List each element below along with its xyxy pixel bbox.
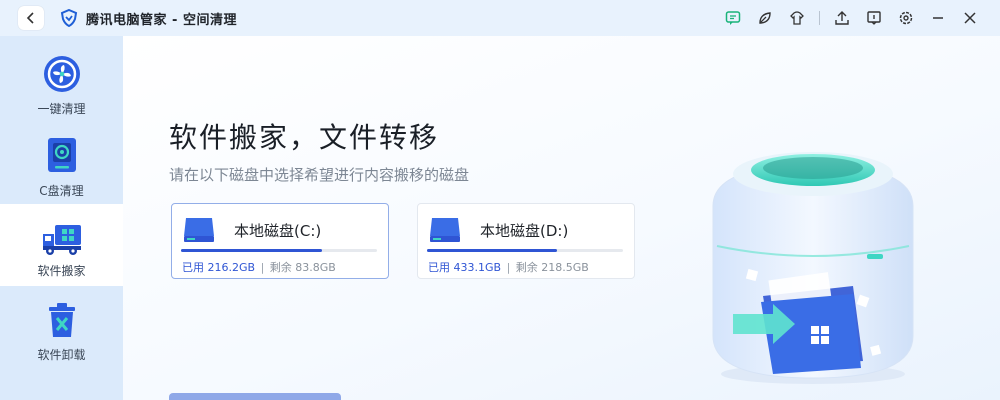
disk-usage-text: 已用 216.2GB | 剩余 83.8GB bbox=[182, 259, 336, 275]
back-button[interactable] bbox=[18, 6, 44, 30]
title-bar: 腾讯电脑管家 - 空间清理 bbox=[0, 0, 1000, 36]
feedback-button[interactable] bbox=[717, 0, 749, 36]
truck-icon bbox=[42, 225, 81, 255]
sidebar-item-label: 软件搬家 bbox=[37, 264, 86, 278]
disk-usage-bar bbox=[181, 249, 377, 252]
sidebar-item-c-drive-clean[interactable]: C盘清理 bbox=[0, 130, 123, 206]
close-icon bbox=[964, 12, 976, 24]
shield-logo-icon bbox=[60, 9, 78, 27]
disk-name: 本地磁盘(D:) bbox=[480, 222, 569, 240]
title-separator bbox=[819, 11, 820, 25]
sidebar-item-software-uninstall[interactable]: 软件卸载 bbox=[0, 288, 123, 370]
sidebar-item-software-move[interactable]: 软件搬家 bbox=[0, 204, 123, 286]
sidebar: 一键清理 C盘清理 软件搬家 软件卸载 bbox=[0, 36, 123, 400]
hard-drive-icon bbox=[430, 218, 460, 242]
skin-icon bbox=[759, 12, 771, 24]
feedback-icon bbox=[725, 11, 741, 25]
page-title: 软件搬家，文件转移 bbox=[169, 121, 440, 154]
settings-icon bbox=[899, 11, 913, 25]
main-content: 软件搬家，文件转移 请在以下磁盘中选择希望进行内容搬移的磁盘 本地磁盘(C:) … bbox=[123, 36, 1000, 400]
disk-usage-fill bbox=[181, 249, 323, 252]
sidebar-item-label: 软件卸载 bbox=[37, 348, 86, 362]
upload-button[interactable] bbox=[826, 0, 858, 36]
disk-usage-bar bbox=[427, 249, 623, 252]
window-title: 腾讯电脑管家 - 空间清理 bbox=[86, 12, 237, 28]
disk-usage-fill bbox=[427, 249, 558, 252]
disk-name: 本地磁盘(C:) bbox=[234, 222, 322, 240]
settings-button[interactable] bbox=[890, 0, 922, 36]
close-button[interactable] bbox=[954, 0, 986, 36]
sidebar-item-label: 一键清理 bbox=[37, 102, 86, 116]
message-icon bbox=[867, 11, 881, 25]
transfer-container-illustration bbox=[712, 152, 914, 384]
separator: | bbox=[260, 261, 265, 274]
page-subtitle: 请在以下磁盘中选择希望进行内容搬移的磁盘 bbox=[169, 166, 470, 184]
free-label: 剩余 218.5GB bbox=[515, 261, 589, 274]
used-label: 已用 216.2GB bbox=[182, 261, 256, 274]
used-label: 已用 433.1GB bbox=[428, 261, 502, 274]
message-button[interactable] bbox=[858, 0, 890, 36]
free-label: 剩余 83.8GB bbox=[269, 261, 336, 274]
title-actions bbox=[717, 0, 986, 36]
fan-clean-icon bbox=[43, 56, 80, 92]
minimize-button[interactable] bbox=[922, 0, 954, 36]
minimize-icon bbox=[933, 17, 943, 19]
sidebar-item-one-click-clean[interactable]: 一键清理 bbox=[0, 36, 123, 118]
c-drive-icon bbox=[47, 138, 76, 172]
disk-usage-text: 已用 433.1GB | 剩余 218.5GB bbox=[428, 259, 589, 275]
hard-drive-icon bbox=[184, 218, 214, 242]
disk-card-d[interactable]: 本地磁盘(D:) 已用 433.1GB | 剩余 218.5GB bbox=[417, 203, 635, 279]
clothes-button[interactable] bbox=[781, 0, 813, 36]
sidebar-item-label: C盘清理 bbox=[39, 184, 84, 198]
chevron-left-icon bbox=[26, 12, 34, 24]
skin-button[interactable] bbox=[749, 0, 781, 36]
disk-card-c[interactable]: 本地磁盘(C:) 已用 216.2GB | 剩余 83.8GB bbox=[171, 203, 389, 279]
trash-icon bbox=[48, 303, 75, 337]
start-move-button[interactable] bbox=[169, 393, 341, 400]
upload-icon bbox=[835, 11, 849, 25]
clothes-icon bbox=[790, 11, 804, 25]
separator: | bbox=[506, 261, 511, 274]
